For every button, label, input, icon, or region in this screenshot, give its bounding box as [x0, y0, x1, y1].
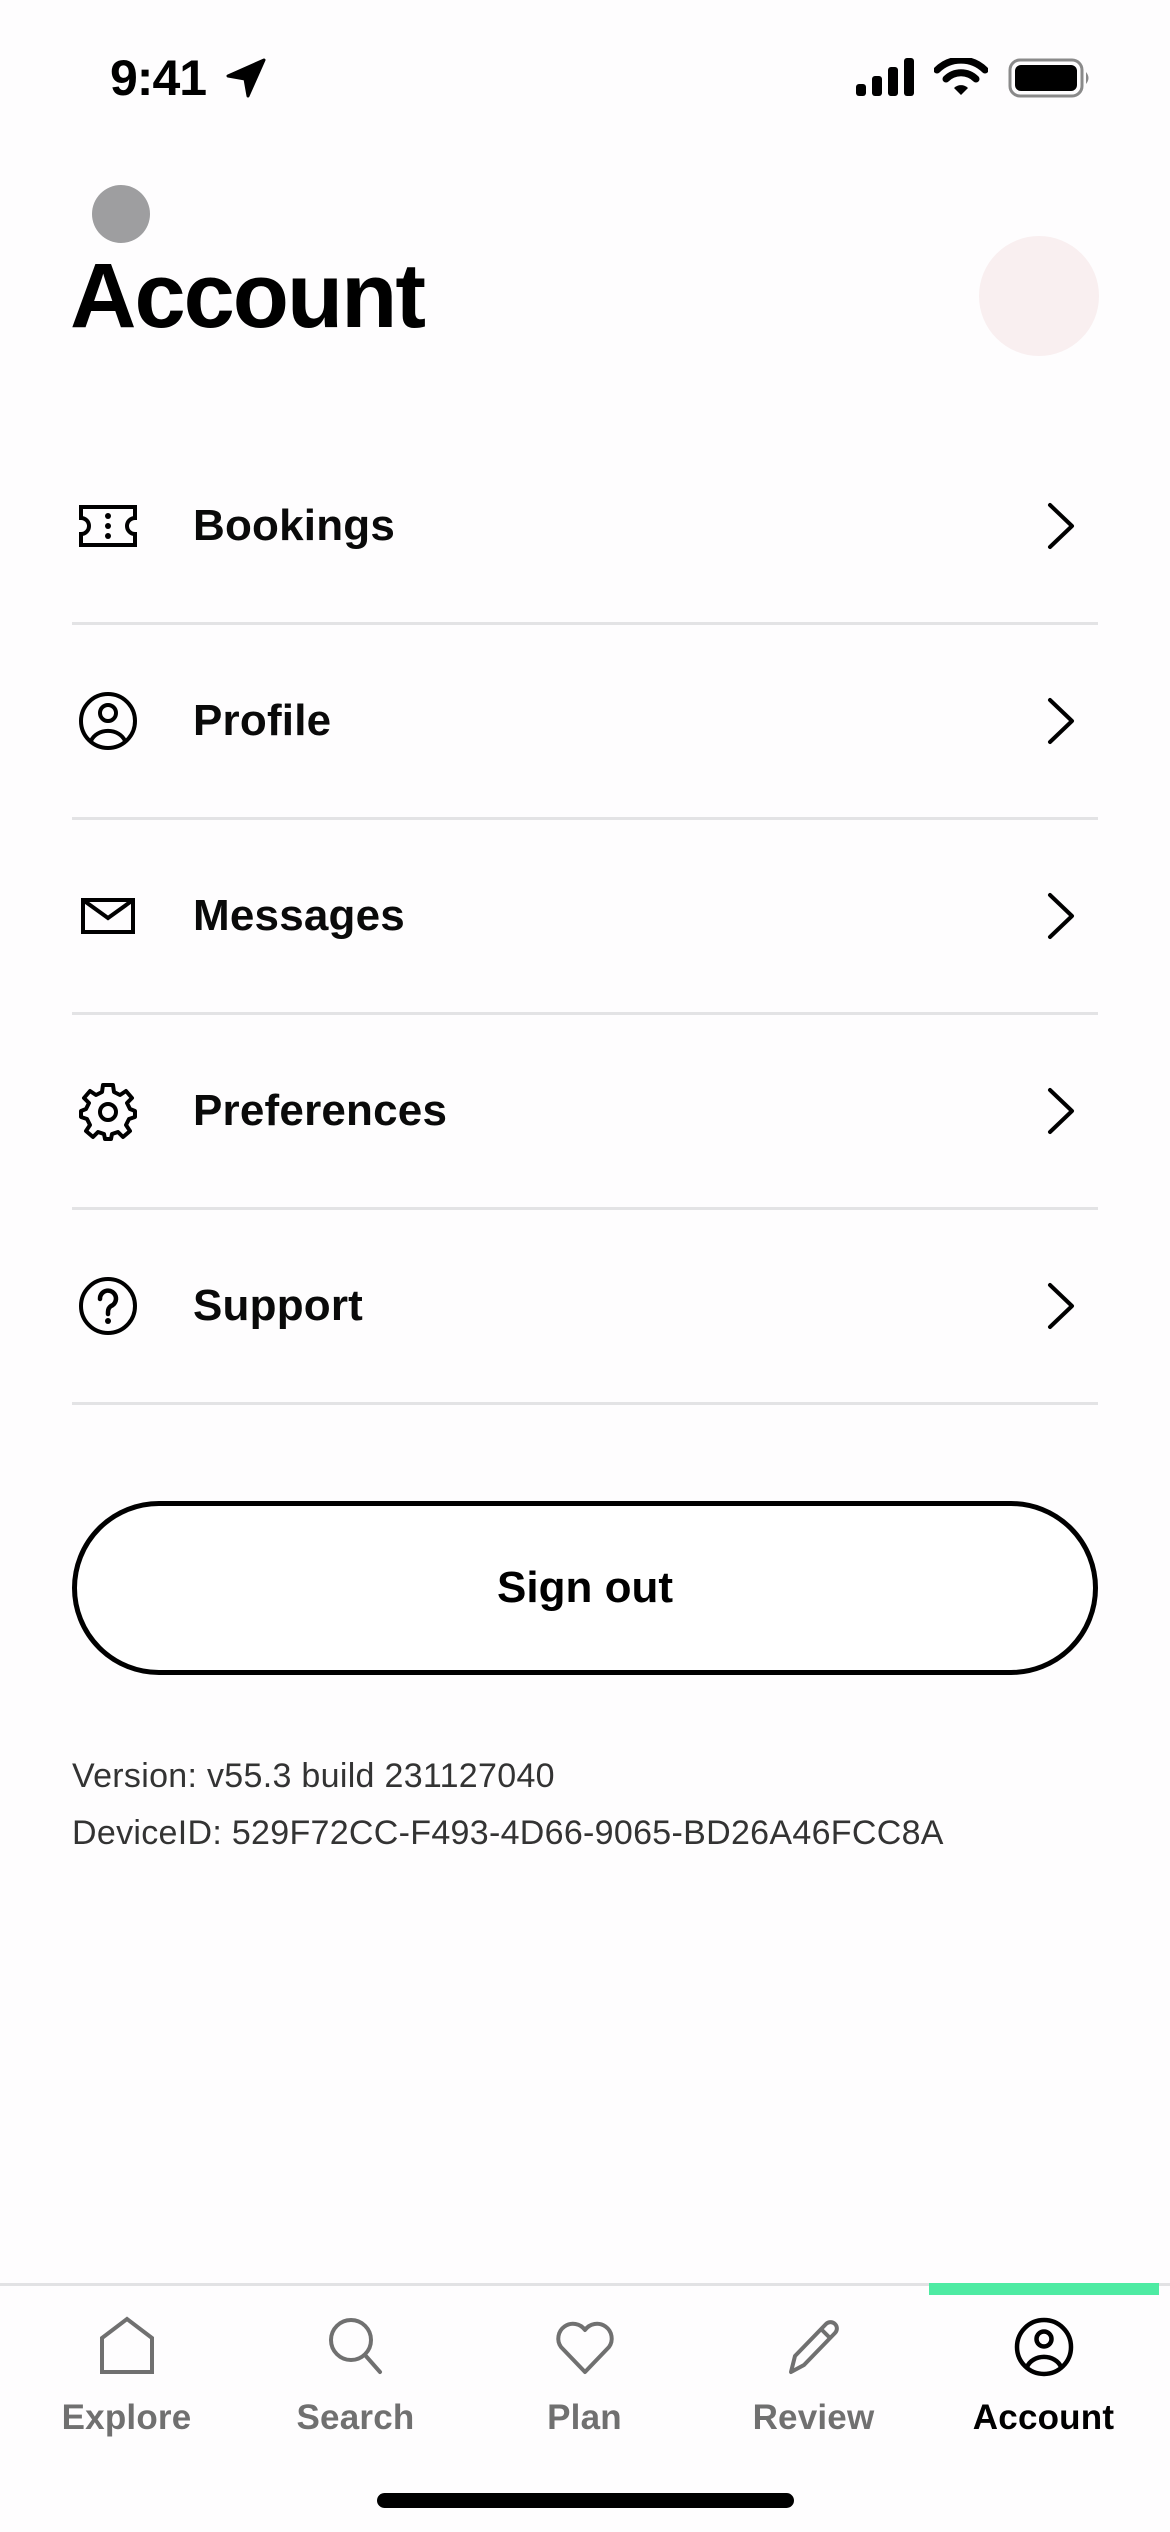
tab-explore[interactable]: Explore	[12, 2316, 241, 2446]
home-icon	[99, 2316, 154, 2374]
tab-label: Plan	[547, 2398, 622, 2437]
home-indicator	[377, 2493, 794, 2508]
device-id-text: DeviceID: 529F72CC-F493-4D66-9065-BD26A4…	[72, 1814, 944, 1852]
tab-search[interactable]: Search	[241, 2316, 470, 2446]
pencil-icon	[788, 2320, 839, 2374]
version-text: Version: v55.3 build 231127040	[72, 1757, 555, 1795]
location-arrow-icon	[226, 58, 266, 98]
tab-plan[interactable]: Plan	[470, 2316, 699, 2446]
avatar[interactable]	[979, 236, 1099, 356]
tab-account[interactable]: Account	[929, 2316, 1158, 2446]
status-time: 9:41	[110, 50, 207, 106]
menu-item-support[interactable]: Support	[72, 1210, 1098, 1405]
menu-item-label: Preferences	[193, 1086, 448, 1135]
tab-review[interactable]: Review	[699, 2316, 928, 2446]
tab-label: Explore	[61, 2398, 192, 2437]
search-icon	[328, 2318, 382, 2374]
menu-item-messages[interactable]: Messages	[72, 820, 1098, 1015]
account-menu: Bookings Profile Messages Preferences Su…	[72, 430, 1098, 1405]
chevron-right-icon	[1048, 893, 1074, 939]
chevron-right-icon	[1048, 698, 1074, 744]
envelope-icon	[78, 886, 138, 946]
tab-label: Review	[752, 2398, 875, 2437]
chevron-right-icon	[1048, 1283, 1074, 1329]
menu-item-label: Messages	[193, 891, 405, 940]
user-circle-icon	[1014, 2317, 1073, 2377]
menu-item-preferences[interactable]: Preferences	[72, 1015, 1098, 1210]
tab-label: Account	[972, 2398, 1115, 2437]
menu-item-label: Bookings	[193, 501, 396, 550]
tab-label: Search	[296, 2398, 415, 2437]
ticket-icon	[78, 496, 138, 556]
menu-item-label: Profile	[193, 696, 332, 745]
sign-out-button[interactable]: Sign out	[72, 1501, 1098, 1675]
question-circle-icon	[78, 1276, 138, 1336]
active-tab-indicator	[929, 2283, 1159, 2295]
menu-item-label: Support	[193, 1281, 364, 1330]
menu-item-profile[interactable]: Profile	[72, 625, 1098, 820]
cellular-signal-icon	[856, 58, 914, 96]
user-circle-icon	[78, 691, 138, 751]
wifi-icon	[934, 58, 988, 95]
chevron-right-icon	[1048, 503, 1074, 549]
menu-item-bookings[interactable]: Bookings	[72, 430, 1098, 625]
battery-icon	[1008, 58, 1089, 98]
page-title: Account	[70, 245, 426, 347]
chevron-right-icon	[1048, 1088, 1074, 1134]
gear-icon	[78, 1081, 138, 1141]
heart-icon	[555, 2321, 614, 2374]
indicator-dot	[92, 185, 150, 243]
app-info: Version: v55.3 build 231127040 DeviceID:…	[72, 1748, 944, 1862]
